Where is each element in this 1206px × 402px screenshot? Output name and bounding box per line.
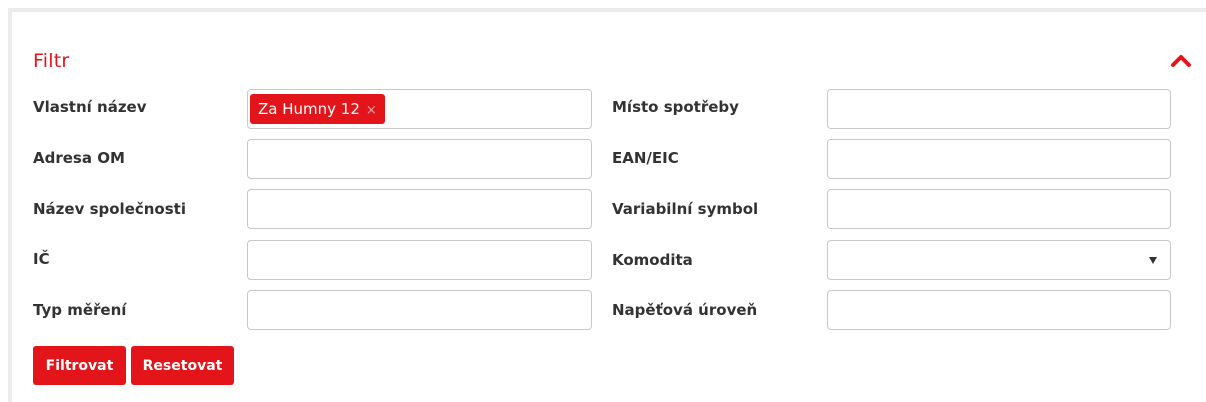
- tag-chip: Za Humny 12 ×: [250, 94, 385, 124]
- panel-left-border: [8, 8, 12, 402]
- typ-mereni-input[interactable]: [247, 290, 592, 330]
- panel-top-border: [8, 8, 1206, 12]
- label-nazev-spolecnosti: Název společnosti: [33, 200, 186, 218]
- label-misto-spotreby: Místo spotřeby: [612, 98, 739, 116]
- chevron-up-icon: [1171, 55, 1191, 67]
- label-ean-eic: EAN/EIC: [612, 149, 679, 167]
- variabilni-symbol-input[interactable]: [827, 189, 1171, 229]
- filter-button[interactable]: Filtrovat: [33, 346, 126, 385]
- nazev-spolecnosti-input[interactable]: [247, 189, 592, 229]
- ean-eic-input[interactable]: [827, 139, 1171, 179]
- label-ic: IČ: [33, 250, 50, 268]
- ic-input[interactable]: [247, 240, 592, 280]
- label-napetova-uroven: Napěťová úroveň: [612, 301, 758, 319]
- label-vlastni-nazev: Vlastní název: [33, 98, 147, 116]
- vlastni-nazev-input[interactable]: Za Humny 12 ×: [247, 89, 592, 129]
- label-komodita: Komodita: [612, 251, 693, 269]
- reset-button[interactable]: Resetovat: [131, 346, 234, 385]
- dropdown-arrow-icon: [1149, 257, 1157, 264]
- panel-title: Filtr: [33, 50, 70, 72]
- label-typ-mereni: Typ měření: [33, 301, 127, 319]
- tag-label: Za Humny 12: [258, 100, 360, 118]
- komodita-select[interactable]: [827, 240, 1171, 280]
- collapse-button[interactable]: [1170, 53, 1192, 69]
- label-adresa-om: Adresa OM: [33, 149, 125, 167]
- misto-spotreby-input[interactable]: [827, 89, 1171, 129]
- napetova-uroven-input[interactable]: [827, 290, 1171, 330]
- adresa-om-input[interactable]: [247, 139, 592, 179]
- label-variabilni-symbol: Variabilní symbol: [612, 200, 759, 218]
- remove-tag-icon[interactable]: ×: [366, 103, 377, 118]
